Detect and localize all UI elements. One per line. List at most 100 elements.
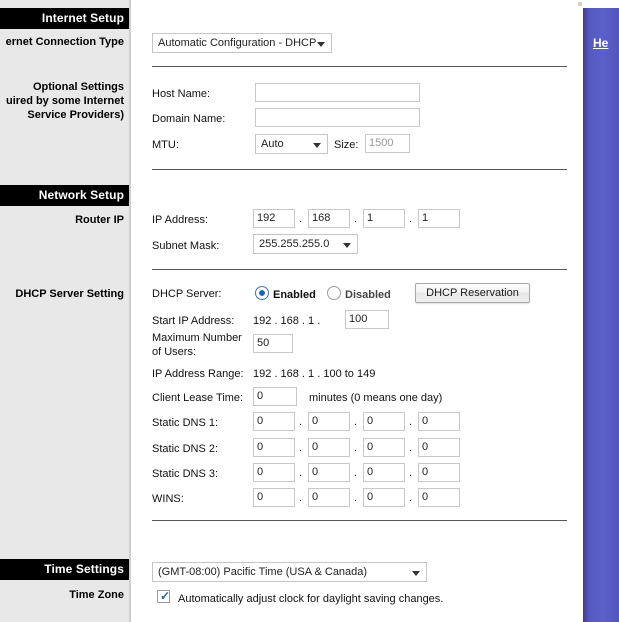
sidebar-header-time-settings: Time Settings	[0, 559, 131, 580]
router-ip-octet-2[interactable]: 168	[308, 209, 350, 228]
router-setup-page: Internet Setup ernet Connection Type Opt…	[0, 0, 619, 622]
static-dns-2-octet-1[interactable]: 0	[253, 438, 295, 457]
daylight-saving-checkbox[interactable]: ✓	[157, 590, 170, 603]
domain-name-input[interactable]	[255, 108, 420, 127]
sidebar-header-network-setup: Network Setup	[0, 185, 131, 206]
static-dns-1-octet-1[interactable]: 0	[253, 412, 295, 431]
wins-octet-1[interactable]: 0	[253, 488, 295, 507]
domain-name-label: Domain Name:	[152, 113, 226, 125]
dns3-dot-3: .	[409, 467, 413, 479]
dns1-dot-1: .	[299, 416, 303, 428]
start-ip-prefix: 192 . 168 . 1 .	[253, 315, 321, 327]
check-icon: ✓	[160, 589, 171, 603]
dns1-dot-2: .	[354, 416, 358, 428]
ip-address-label: IP Address:	[152, 214, 209, 226]
static-dns-3-label: Static DNS 3:	[152, 468, 219, 480]
dns2-dot-2: .	[354, 442, 358, 454]
dns3-dot-1: .	[299, 467, 303, 479]
dhcp-enabled-radio[interactable]: Enabled	[255, 286, 316, 301]
chevron-down-icon	[343, 243, 351, 248]
dns1-dot-3: .	[409, 416, 413, 428]
router-ip-octet-1[interactable]: 192	[253, 209, 295, 228]
dhcp-server-label: DHCP Server:	[152, 288, 222, 300]
dns3-dot-2: .	[354, 467, 358, 479]
start-ip-last-octet-input[interactable]: 100	[345, 310, 389, 329]
dhcp-enabled-label: Enabled	[273, 289, 316, 301]
static-dns-1-label: Static DNS 1:	[152, 417, 219, 429]
sidebar-label-optional-settings-line1: Optional Settings	[32, 81, 124, 93]
sidebar-label-optional-settings-line3: Service Providers)	[27, 109, 124, 121]
max-users-label-line1: Maximum Number	[152, 332, 242, 344]
static-dns-2-octet-4[interactable]: 0	[418, 438, 460, 457]
content-pane: Automatic Configuration - DHCP Host Name…	[137, 0, 583, 622]
subnet-mask-select[interactable]: 255.255.255.0	[253, 234, 358, 254]
dhcp-reservation-button[interactable]: DHCP Reservation	[415, 283, 530, 303]
divider-3	[152, 269, 567, 270]
static-dns-2-octet-2[interactable]: 0	[308, 438, 350, 457]
radio-off-icon	[327, 286, 341, 300]
subnet-mask-value: 255.255.255.0	[259, 238, 330, 250]
sidebar-label-dhcp-server-setting: DHCP Server Setting	[15, 288, 124, 300]
internet-connection-type-value: Automatic Configuration - DHCP	[158, 37, 317, 49]
wins-dot-3: .	[409, 492, 413, 504]
wins-label: WINS:	[152, 493, 184, 505]
dhcp-disabled-radio[interactable]: Disabled	[327, 286, 391, 301]
internet-connection-type-select[interactable]: Automatic Configuration - DHCP	[152, 33, 332, 53]
mtu-label: MTU:	[152, 139, 179, 151]
start-ip-address-label: Start IP Address:	[152, 315, 235, 327]
dhcp-disabled-label: Disabled	[345, 289, 391, 301]
static-dns-3-octet-2[interactable]: 0	[308, 463, 350, 482]
mtu-size-input[interactable]: 1500	[365, 134, 410, 153]
wins-octet-3[interactable]: 0	[363, 488, 405, 507]
help-panel: He	[583, 8, 619, 622]
mtu-select[interactable]: Auto	[255, 134, 328, 154]
ip-address-range-value: 192 . 168 . 1 . 100 to 149	[253, 368, 376, 380]
wins-dot-2: .	[354, 492, 358, 504]
static-dns-1-octet-2[interactable]: 0	[308, 412, 350, 431]
help-link[interactable]: He	[593, 36, 608, 50]
dns2-dot-1: .	[299, 442, 303, 454]
divider-1	[152, 66, 567, 67]
static-dns-3-octet-4[interactable]: 0	[418, 463, 460, 482]
host-name-input[interactable]	[255, 83, 420, 102]
max-users-input[interactable]: 50	[253, 334, 293, 353]
help-panel-left-gutter	[575, 0, 583, 622]
divider-2	[152, 169, 567, 170]
corner-speck	[578, 2, 582, 6]
timezone-value: (GMT-08:00) Pacific Time (USA & Canada)	[158, 566, 368, 578]
host-name-label: Host Name:	[152, 88, 211, 100]
divider-4	[152, 520, 567, 521]
sidebar-header-internet-setup: Internet Setup	[0, 8, 131, 29]
ip-address-range-label: IP Address Range:	[152, 368, 244, 380]
sidebar-label-router-ip: Router IP	[75, 214, 124, 226]
wins-octet-2[interactable]: 0	[308, 488, 350, 507]
dns2-dot-3: .	[409, 442, 413, 454]
subnet-mask-label: Subnet Mask:	[152, 240, 220, 252]
sidebar-label-time-zone: Time Zone	[69, 589, 124, 601]
static-dns-2-label: Static DNS 2:	[152, 443, 219, 455]
wins-dot-1: .	[299, 492, 303, 504]
sidebar-label-internet-connection-type: ernet Connection Type	[5, 36, 124, 48]
static-dns-1-octet-3[interactable]: 0	[363, 412, 405, 431]
mtu-value: Auto	[261, 138, 284, 150]
static-dns-3-octet-1[interactable]: 0	[253, 463, 295, 482]
chevron-down-icon	[317, 42, 325, 47]
static-dns-1-octet-4[interactable]: 0	[418, 412, 460, 431]
daylight-saving-label: Automatically adjust clock for daylight …	[178, 593, 444, 605]
chevron-down-icon	[412, 571, 420, 576]
client-lease-time-label: Client Lease Time:	[152, 392, 244, 404]
ip-dot-2: .	[354, 213, 358, 225]
static-dns-2-octet-3[interactable]: 0	[363, 438, 405, 457]
static-dns-3-octet-3[interactable]: 0	[363, 463, 405, 482]
client-lease-time-input[interactable]: 0	[253, 387, 297, 406]
sidebar: Internet Setup ernet Connection Type Opt…	[0, 0, 131, 622]
ip-dot-3: .	[409, 213, 413, 225]
wins-octet-4[interactable]: 0	[418, 488, 460, 507]
ip-dot-1: .	[299, 213, 303, 225]
mtu-size-label: Size:	[334, 139, 359, 151]
chevron-down-icon	[313, 143, 321, 148]
router-ip-octet-3[interactable]: 1	[363, 209, 405, 228]
router-ip-octet-4[interactable]: 1	[418, 209, 460, 228]
timezone-select[interactable]: (GMT-08:00) Pacific Time (USA & Canada)	[152, 562, 427, 582]
max-users-label-line2: of Users:	[152, 346, 197, 358]
